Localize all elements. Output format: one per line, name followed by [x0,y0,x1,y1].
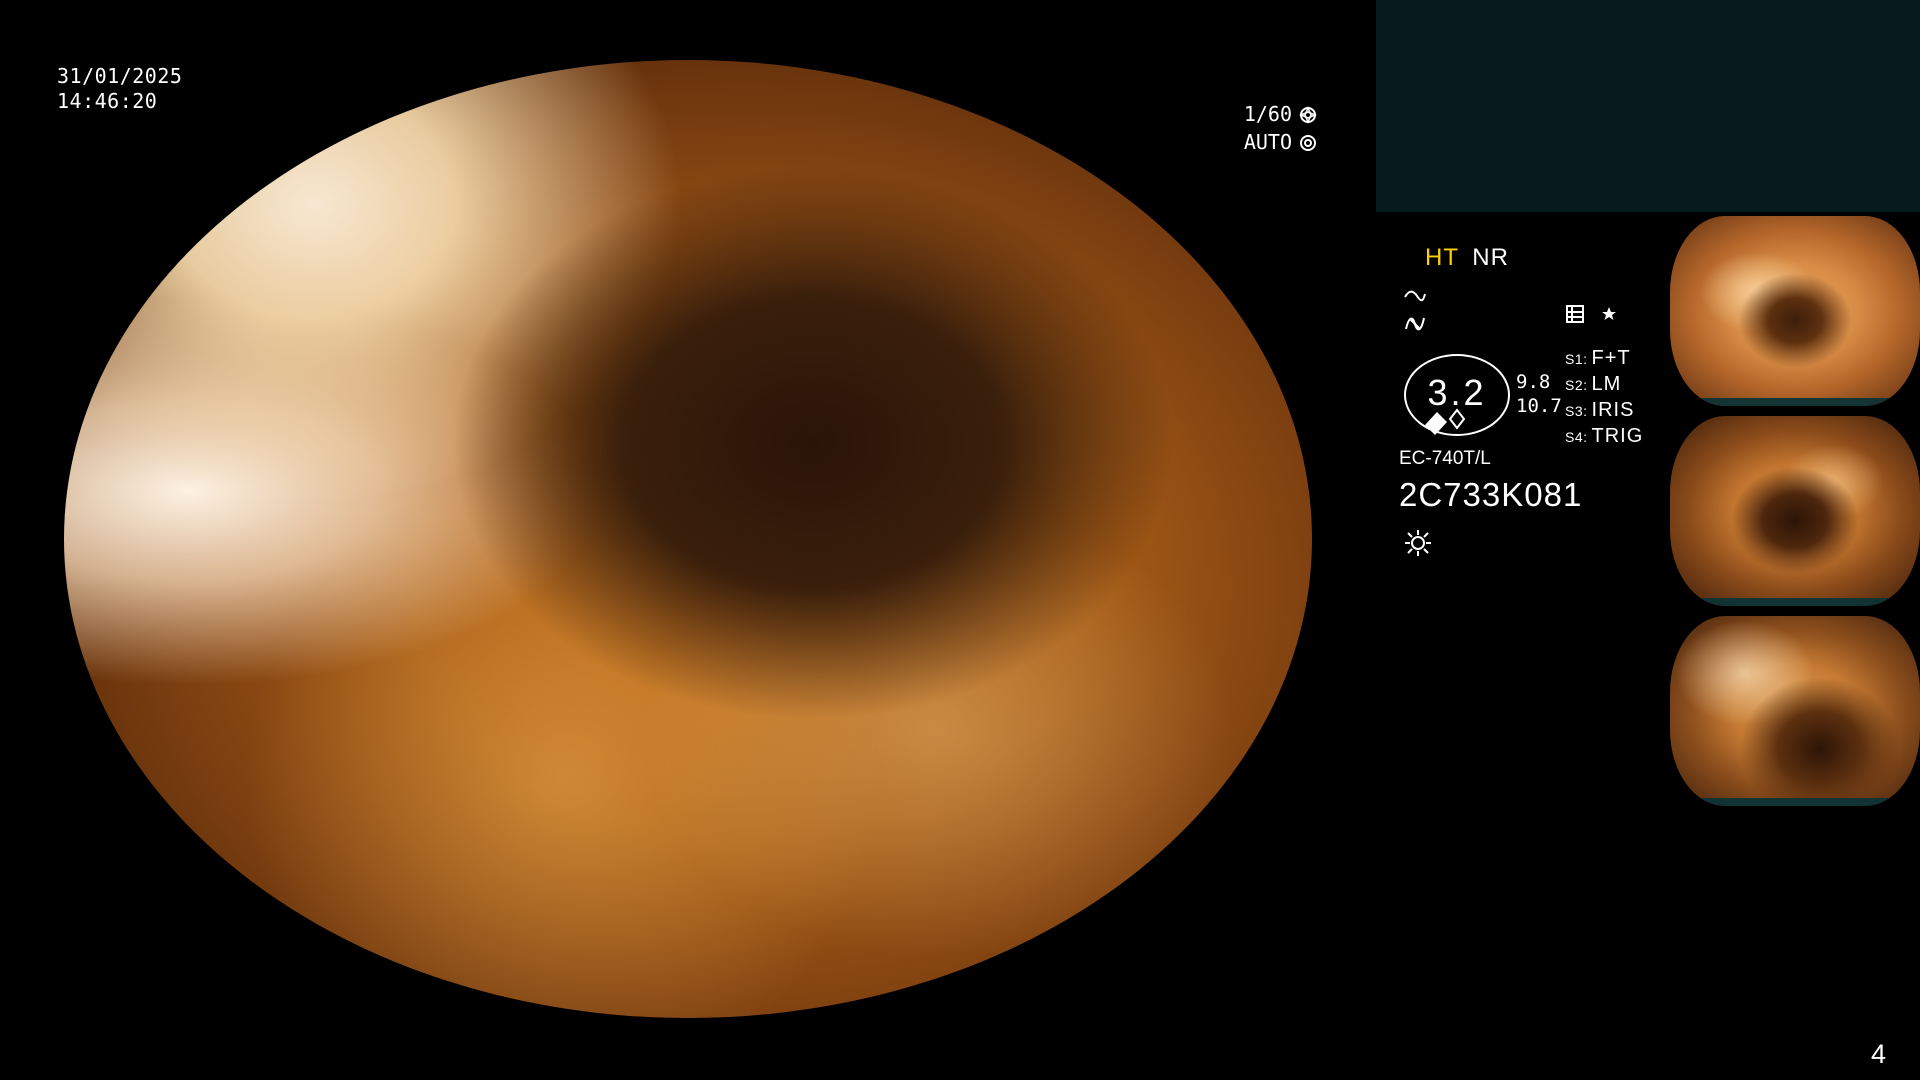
shutter-text: 1/60 [1243,102,1292,126]
signal-icon [1403,282,1427,306]
status-row-4: S4: TRIG [1565,425,1644,447]
auto-text: AUTO [1243,130,1292,154]
date-text: 31/01/2025 [57,64,183,88]
side-value-2: 10.7 [1516,395,1562,417]
nr-text: NR [1472,244,1509,271]
status-list: S1: F+T S2: LM S3: IRIS S4: TRIG [1565,346,1643,450]
endoscopy-screen: 31/01/2025 14:46:20 1/60 AUTO HT NR 3.2 … [0,0,1920,1080]
shutter-row: 1/60 [1244,100,1318,128]
top-right-panel [1376,0,1920,212]
ht-nr-label: HT NR [1425,244,1509,272]
ht-text: HT [1425,244,1459,271]
side-values: 9.8 10.7 [1516,370,1562,418]
status-row-2: S2: LM [1565,373,1622,395]
datetime-overlay: 31/01/2025 14:46:20 [57,64,182,114]
wave-icon [1403,312,1427,336]
auto-row: AUTO [1244,128,1318,156]
sun-icon [1403,528,1433,558]
thumbnail-bar-2 [1670,598,1920,606]
page-number: 4 [1870,1039,1886,1069]
settings-row [1565,304,1619,324]
status-row-1: S1: F+T [1565,347,1631,369]
thumbnail-1[interactable] [1670,216,1920,406]
thumbnail-bar-1 [1670,398,1920,406]
info-panel: HT NR 3.2 9.8 10.7 S1: F+T S2: LM S3: IR… [1395,240,1665,570]
grid-icon [1565,304,1585,324]
side-value-1: 9.8 [1516,371,1551,393]
star-icon [1599,304,1619,324]
magnification-value: 3.2 [1427,372,1487,413]
exposure-overlay: 1/60 AUTO [1244,100,1318,156]
thumbnail-2[interactable] [1670,416,1920,606]
thumbnail-3[interactable] [1670,616,1920,806]
thumbnail-bar-3 [1670,798,1920,806]
aperture-icon [1298,104,1318,124]
auto-exposure-icon [1298,132,1318,152]
status-row-3: S3: IRIS [1565,399,1635,421]
model-text: EC-740T/L [1399,448,1491,469]
main-endoscopic-view[interactable] [64,60,1312,1018]
time-text: 14:46:20 [57,89,158,113]
magnification-readout: 3.2 [1401,350,1513,440]
serial-text: 2C733K081 [1399,476,1583,513]
